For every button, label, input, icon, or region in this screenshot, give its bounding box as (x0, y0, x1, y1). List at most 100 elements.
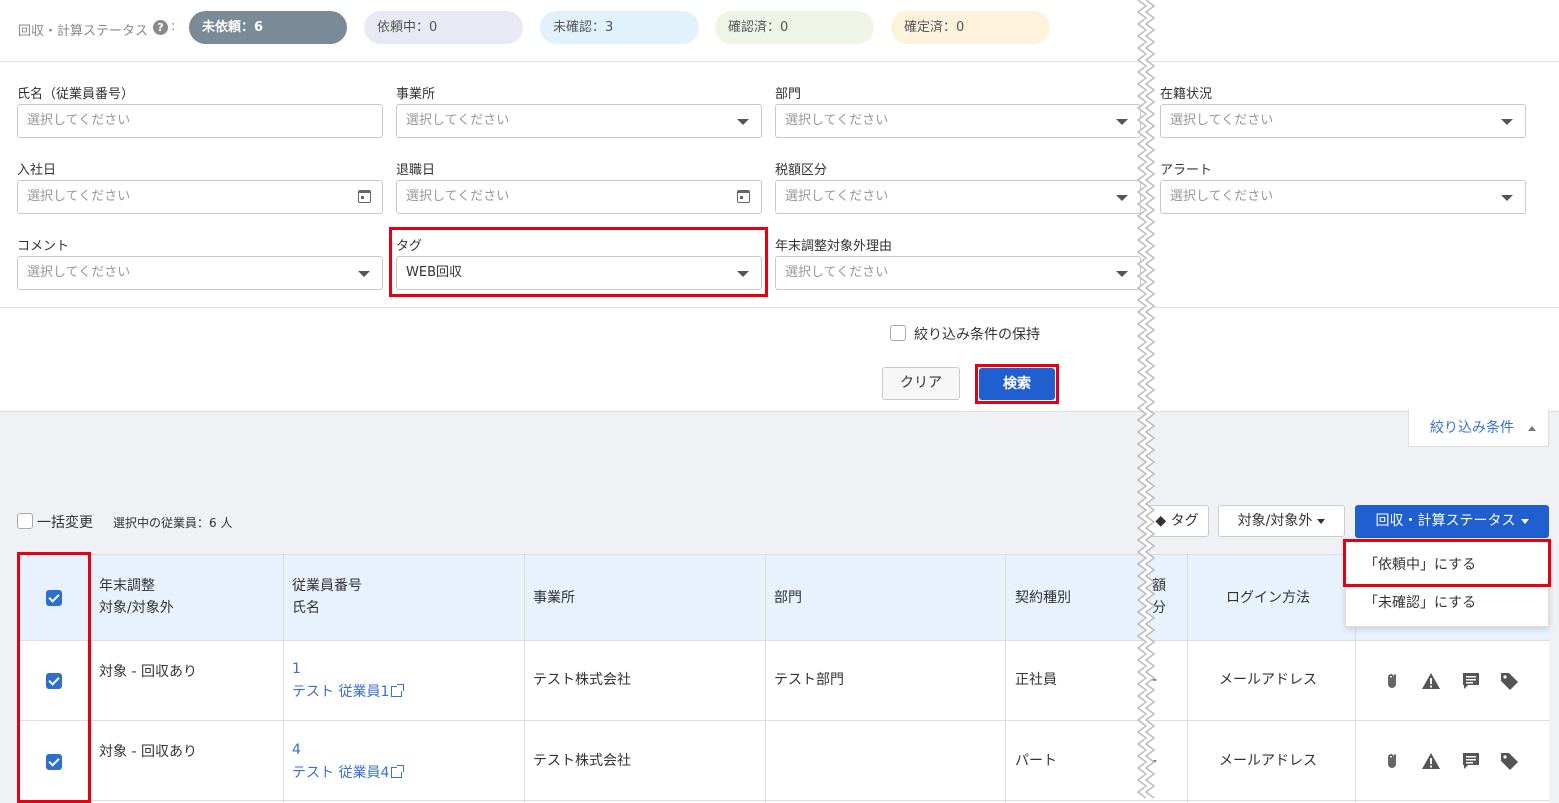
selected-count: 選択中の従業員：6 人 (113, 516, 233, 530)
tax-class-label: 税額区分 (775, 163, 828, 178)
tag-label: タグ (396, 239, 423, 254)
header-adjustment-2: 対象/対象外 (99, 600, 174, 616)
row-login: メールアドレス (1219, 672, 1317, 688)
row-checkbox[interactable] (46, 673, 62, 689)
comment-select[interactable]: 選択してください (17, 256, 383, 290)
row-department: テスト部門 (774, 672, 844, 688)
office-select-value: 選択してください (406, 113, 510, 128)
employment-select-value: 選択してください (1170, 113, 1274, 128)
status-pill-finalized[interactable]: 確定済：0 (891, 11, 1050, 44)
external-link-icon (391, 684, 405, 697)
header-employee-name: 氏名 (292, 600, 320, 616)
alert-select[interactable]: 選択してください (1160, 180, 1526, 214)
employment-select[interactable]: 選択してください (1160, 104, 1526, 138)
leave-date-label: 退職日 (396, 163, 436, 178)
alert-label: アラート (1160, 163, 1213, 178)
chevron-down-icon (1501, 119, 1513, 125)
row-employee-name-link[interactable]: テスト 従業員4 (292, 762, 405, 784)
status-bar: 回収・計算ステータス ? : 未依頼：6 依頼中：0 未確認：3 確認済：0 確… (0, 0, 1559, 62)
row-employee-name: テスト 従業員4 (292, 765, 390, 781)
row-employee-number[interactable]: 1 (292, 658, 301, 680)
leave-date-input[interactable]: 選択してください (396, 180, 762, 214)
filter-toggle-button[interactable]: 絞り込み条件 (1408, 409, 1549, 447)
paperclip-icon[interactable] (1383, 671, 1403, 691)
alert-icon[interactable] (1421, 671, 1441, 691)
status-dropdown-menu: 「依頼中」にする 「未確認」にする (1345, 539, 1549, 627)
comment-icon[interactable] (1461, 671, 1481, 691)
chevron-down-icon (1317, 518, 1326, 524)
comment-icon[interactable] (1461, 751, 1481, 771)
row-employee-number[interactable]: 4 (292, 739, 301, 761)
status-pill-confirmed[interactable]: 確認済：0 (715, 11, 874, 44)
help-icon[interactable]: ? (153, 20, 168, 35)
chevron-up-icon (1528, 426, 1536, 431)
keep-conditions-label: 絞り込み条件の保持 (914, 327, 1040, 343)
join-date-input[interactable]: 選択してください (17, 180, 383, 214)
tax-class-select[interactable]: 選択してください (775, 180, 1141, 214)
clear-button[interactable]: クリア (882, 367, 960, 400)
alert-icon[interactable] (1421, 751, 1441, 771)
column-divider (90, 555, 91, 803)
alert-select-value: 選択してください (1170, 189, 1274, 204)
comment-label: コメント (17, 239, 70, 254)
status-pill-requesting[interactable]: 依頼中：0 (364, 11, 523, 44)
table-row[interactable]: 対象 - 回収あり 4 テスト 従業員4 テスト株式会社 パート - メールアド… (18, 721, 1549, 801)
target-toggle-button[interactable]: 対象/対象外 (1218, 505, 1345, 537)
keep-conditions-checkbox[interactable] (890, 325, 906, 341)
row-contract: 正社員 (1015, 672, 1057, 688)
name-label: 氏名（従業員番号） (17, 87, 135, 102)
calendar-icon[interactable] (358, 190, 371, 203)
tag-button-label: タグ (1170, 513, 1199, 529)
cut-separator (1136, 0, 1156, 799)
menu-item-set-unconfirmed[interactable]: 「未確認」にする (1346, 584, 1548, 622)
header-login: ログイン方法 (1226, 590, 1310, 606)
chevron-down-icon (1501, 195, 1513, 201)
paperclip-icon[interactable] (1383, 751, 1403, 771)
status-pill-unconfirmed[interactable]: 未確認：3 (540, 11, 699, 44)
chevron-down-icon (737, 271, 749, 277)
header-department: 部門 (774, 590, 802, 606)
search-button[interactable]: 検索 (979, 368, 1055, 400)
column-divider (1187, 555, 1188, 803)
chevron-down-icon (358, 271, 370, 277)
header-employee-number: 従業員番号 (292, 578, 362, 594)
join-date-label: 入社日 (17, 163, 57, 178)
status-change-button[interactable]: 回収・計算ステータス (1355, 505, 1549, 538)
menu-item-set-requesting[interactable]: 「依頼中」にする (1346, 546, 1548, 584)
employment-label: 在籍状況 (1160, 87, 1213, 102)
table-header: 年末調整 対象/対象外 従業員番号 氏名 事業所 部門 契約種別 額 分 ログイ… (18, 555, 1549, 641)
header-office: 事業所 (533, 590, 575, 606)
bulk-change-checkbox[interactable] (17, 513, 33, 529)
calendar-icon[interactable] (737, 190, 750, 203)
chevron-down-icon (737, 119, 749, 125)
row-checkbox[interactable] (46, 754, 62, 770)
exclusion-reason-label: 年末調整対象外理由 (775, 239, 893, 254)
column-divider (524, 555, 525, 803)
tag-icon[interactable] (1499, 671, 1519, 691)
exclusion-reason-value: 選択してください (785, 265, 889, 280)
name-input[interactable]: 選択してください (17, 104, 383, 138)
status-button-label: 回収・計算ステータス (1375, 513, 1516, 529)
tag-select-value: WEB回収 (406, 265, 462, 280)
office-select[interactable]: 選択してください (396, 104, 762, 138)
column-divider (765, 555, 766, 803)
exclusion-reason-select[interactable]: 選択してください (775, 256, 1141, 290)
select-all-checkbox[interactable] (46, 590, 62, 606)
status-pill-unrequested[interactable]: 未依頼：6 (189, 11, 347, 44)
chevron-down-icon (1116, 195, 1128, 201)
tag-select[interactable]: WEB回収 (396, 256, 762, 290)
employee-table: 年末調整 対象/対象外 従業員番号 氏名 事業所 部門 契約種別 額 分 ログイ… (17, 554, 1549, 803)
bulk-change-label: 一括変更 (37, 515, 93, 531)
row-contract: パート (1015, 753, 1057, 769)
divider (0, 307, 1559, 308)
department-select[interactable]: 選択してください (775, 104, 1141, 138)
row-adjustment: 対象 - 回収あり (99, 664, 197, 680)
tag-icon[interactable] (1499, 751, 1519, 771)
chevron-down-icon (1520, 518, 1529, 524)
chevron-down-icon (1116, 119, 1128, 125)
office-label: 事業所 (396, 87, 436, 102)
row-employee-name-link[interactable]: テスト 従業員1 (292, 681, 405, 703)
department-label: 部門 (775, 87, 802, 102)
table-row[interactable]: 対象 - 回収あり 1 テスト 従業員1 テスト株式会社 テスト部門 正社員 -… (18, 641, 1549, 721)
leave-date-value: 選択してください (406, 189, 510, 204)
